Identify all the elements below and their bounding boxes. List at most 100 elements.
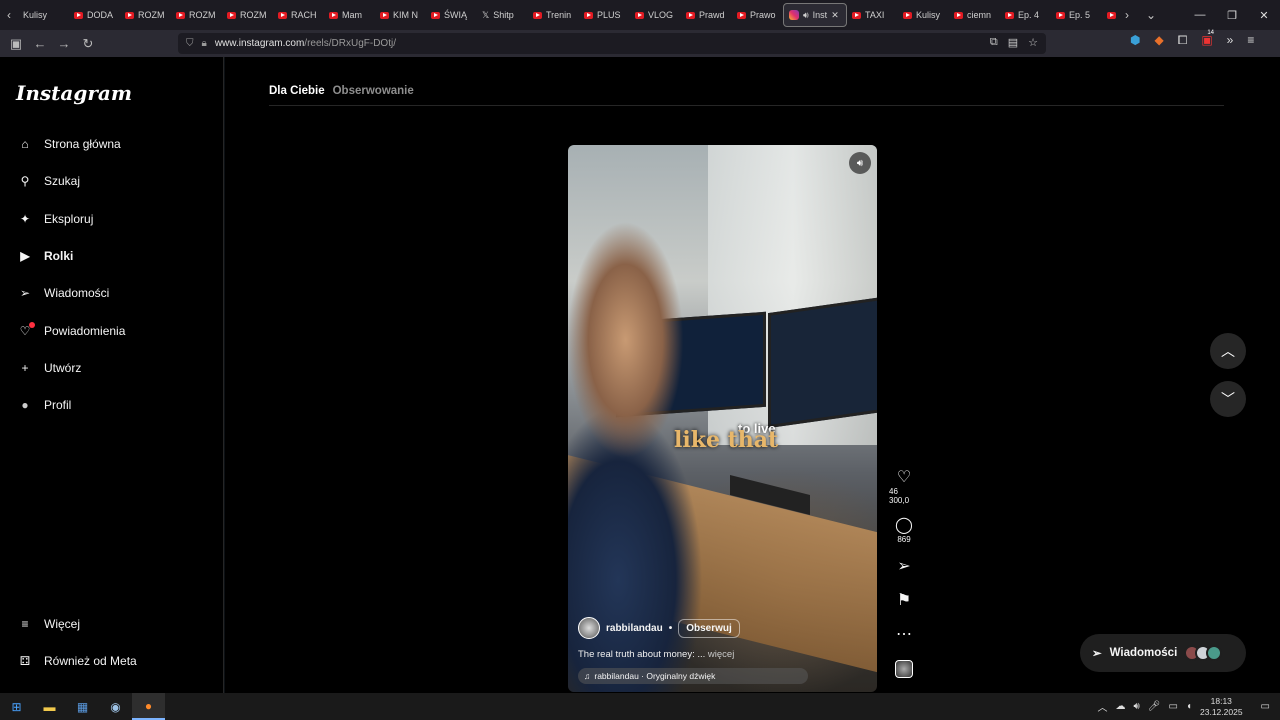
browser-tab[interactable]: 🔊︎ Inst ✕ bbox=[783, 3, 847, 27]
windows-start-icon[interactable]: ⊞ bbox=[0, 693, 33, 720]
browser-tab[interactable]: Prawd bbox=[681, 3, 732, 27]
sidebar-item-label: Rolki bbox=[44, 248, 74, 263]
browser-tab[interactable]: 𝕏 Shitp bbox=[477, 3, 528, 27]
browser-tab[interactable]: ciemn bbox=[949, 3, 1000, 27]
notification-dot bbox=[29, 321, 35, 328]
browser-tab[interactable]: Trenin bbox=[528, 3, 579, 27]
volume-tray-icon[interactable]: ◖ bbox=[1186, 701, 1192, 712]
remote-desktop-icon[interactable]: ▦ bbox=[66, 693, 99, 720]
back-button[interactable]: ← bbox=[28, 36, 52, 51]
more-options-action[interactable]: ⋯ bbox=[896, 626, 912, 644]
browser-tab[interactable]: TAXI bbox=[847, 3, 898, 27]
extension-fox-icon[interactable]: ◆ bbox=[1154, 33, 1163, 48]
tab-close-icon[interactable]: ✕ bbox=[831, 10, 839, 21]
app-menu-icon[interactable]: ≡ bbox=[1247, 33, 1254, 48]
send-icon[interactable]: ➢ bbox=[897, 558, 910, 576]
browser-tab[interactable]: VLOG bbox=[630, 3, 681, 27]
profile-icon: ● bbox=[21, 398, 29, 413]
tray-overflow-icon[interactable]: ︿ bbox=[1097, 699, 1107, 714]
browser-tab[interactable]: PLUS bbox=[579, 3, 630, 27]
sidebar-item[interactable]: ⚃ Również od Meta bbox=[16, 649, 137, 673]
browser-tab[interactable]: Mam bbox=[324, 3, 375, 27]
author-avatar[interactable] bbox=[578, 617, 600, 639]
browser-tab[interactable]: Prawo bbox=[732, 3, 783, 27]
author-name[interactable]: rabbilandau bbox=[606, 623, 663, 634]
lock-icon[interactable]: 🔒︎ bbox=[202, 38, 207, 49]
sidebar-item[interactable]: ♡ Powiadomienia bbox=[16, 319, 125, 343]
tab-label: ROZM bbox=[189, 10, 216, 20]
sidebar-item[interactable]: ● Profil bbox=[16, 393, 71, 417]
sidebar-item[interactable]: ▶ Rolki bbox=[16, 244, 73, 268]
onedrive-icon[interactable]: ☁ bbox=[1115, 701, 1125, 712]
extension-badge-icon[interactable]: ▣ 14 bbox=[1201, 30, 1214, 48]
share-action[interactable]: ➢ bbox=[897, 558, 910, 576]
browser-tab[interactable]: trip bbox=[1102, 3, 1118, 27]
minimize-button[interactable]: — bbox=[1184, 9, 1216, 22]
sidebar-toggle-icon[interactable]: ▣ bbox=[4, 36, 28, 52]
browser-tab[interactable]: Kulisy bbox=[18, 3, 69, 27]
comment-icon[interactable]: ◯ bbox=[895, 517, 913, 535]
comment-action[interactable]: ◯ 869 bbox=[895, 517, 913, 544]
firefox-icon[interactable]: ● bbox=[132, 693, 165, 720]
browser-tab[interactable]: ROZM bbox=[120, 3, 171, 27]
sidebar-item[interactable]: + Utwórz bbox=[16, 356, 81, 380]
browser-tab[interactable]: Kulisy bbox=[898, 3, 949, 27]
audio-track[interactable]: ♫ rabbilandau · Oryginalny dźwięk bbox=[578, 668, 808, 684]
overflow-chevron-icon[interactable]: » bbox=[1227, 33, 1234, 48]
restore-button[interactable]: ❐ bbox=[1216, 9, 1248, 22]
volume-icon[interactable]: 🔊︎ bbox=[849, 152, 871, 174]
tab-for-you[interactable]: Dla Ciebie bbox=[269, 85, 325, 97]
browser-toolbar: ▣ ← → ↻ ⛉ 🔒︎ www.instagram.com/reels/DRx… bbox=[0, 30, 1280, 57]
audio-thumbnail[interactable] bbox=[895, 660, 913, 678]
file-explorer-icon[interactable]: ▬ bbox=[33, 693, 66, 720]
bookmark-icon[interactable]: ⚑ bbox=[897, 592, 911, 610]
sidebar-item[interactable]: ⌂ Strona główna bbox=[16, 132, 120, 156]
heart-icon[interactable]: ♡ bbox=[897, 469, 911, 487]
extension-shield-icon[interactable]: ⬢ bbox=[1130, 33, 1140, 48]
extensions-puzzle-icon[interactable]: ⧠ bbox=[1178, 33, 1188, 48]
like-action[interactable]: ♡ 46 300,0 bbox=[889, 469, 919, 505]
bookmark-star-icon[interactable]: ☆ bbox=[1028, 36, 1038, 49]
notification-icon[interactable]: ▭ bbox=[1261, 701, 1270, 712]
network-icon[interactable]: ▭ bbox=[1169, 701, 1178, 712]
next-reel-button[interactable]: ﹀ bbox=[1210, 381, 1246, 417]
sidebar-item[interactable]: ➢ Wiadomości bbox=[16, 281, 109, 305]
browser-tab[interactable]: KIM N bbox=[375, 3, 426, 27]
more-link[interactable]: więcej bbox=[708, 649, 734, 660]
tab-label: ciemn bbox=[967, 10, 992, 20]
tab-following[interactable]: Obserwowanie bbox=[333, 85, 414, 97]
browser-tab[interactable]: DODA bbox=[69, 3, 120, 27]
sidebar-item[interactable]: ≡ Więcej bbox=[16, 612, 80, 636]
reel-video[interactable]: 🔊︎ to live like that rabbilandau • Obser… bbox=[568, 145, 877, 692]
browser-tab[interactable]: RACH bbox=[273, 3, 324, 27]
browser-tab[interactable]: ŚWIĄ bbox=[426, 3, 477, 27]
steam-icon[interactable]: ◉ bbox=[99, 693, 132, 720]
speaker-icon[interactable]: 🔊︎ bbox=[1133, 701, 1139, 712]
microphone-icon[interactable]: 🎤︎ bbox=[1148, 701, 1161, 712]
browser-tab[interactable]: ROZM bbox=[222, 3, 273, 27]
messages-pill[interactable]: ➢ Wiadomości bbox=[1080, 634, 1246, 672]
previous-reel-button[interactable]: ︿ bbox=[1210, 333, 1246, 369]
address-bar[interactable]: ⛉ 🔒︎ www.instagram.com/reels/DRxUgF-DOtj… bbox=[178, 33, 1046, 54]
follow-button[interactable]: Obserwuj bbox=[678, 618, 740, 638]
save-action[interactable]: ⚑ bbox=[897, 592, 911, 610]
tab-audio-icon[interactable]: 🔊︎ bbox=[803, 10, 809, 21]
picture-in-picture-icon[interactable]: ⧉ bbox=[990, 36, 998, 49]
tab-scroll-right-icon[interactable]: › bbox=[1118, 0, 1136, 30]
sidebar-item[interactable]: ⚲ Szukaj bbox=[16, 169, 80, 193]
more-options-icon[interactable]: ⋯ bbox=[896, 626, 912, 644]
reader-view-icon[interactable]: ▤ bbox=[1008, 36, 1018, 49]
shield-icon[interactable]: ⛉ bbox=[186, 38, 194, 49]
forward-button[interactable]: → bbox=[52, 36, 76, 51]
clock[interactable]: 18:13 23.12.2025 bbox=[1200, 696, 1243, 718]
instagram-logo[interactable]: Instagram bbox=[16, 81, 132, 105]
browser-tab[interactable]: ROZM bbox=[171, 3, 222, 27]
sidebar-item[interactable]: ✦ Eksploruj bbox=[16, 207, 93, 231]
browser-tab[interactable]: Ep. 5 bbox=[1051, 3, 1102, 27]
audio-thumbnail-icon[interactable] bbox=[895, 660, 913, 678]
tab-list-dropdown-icon[interactable]: ⌄ bbox=[1136, 0, 1166, 30]
reload-button[interactable]: ↻ bbox=[76, 36, 100, 52]
tab-scroll-left-icon[interactable]: ‹ bbox=[0, 0, 18, 30]
close-window-button[interactable]: ✕ bbox=[1248, 9, 1280, 22]
browser-tab[interactable]: Ep. 4 bbox=[1000, 3, 1051, 27]
